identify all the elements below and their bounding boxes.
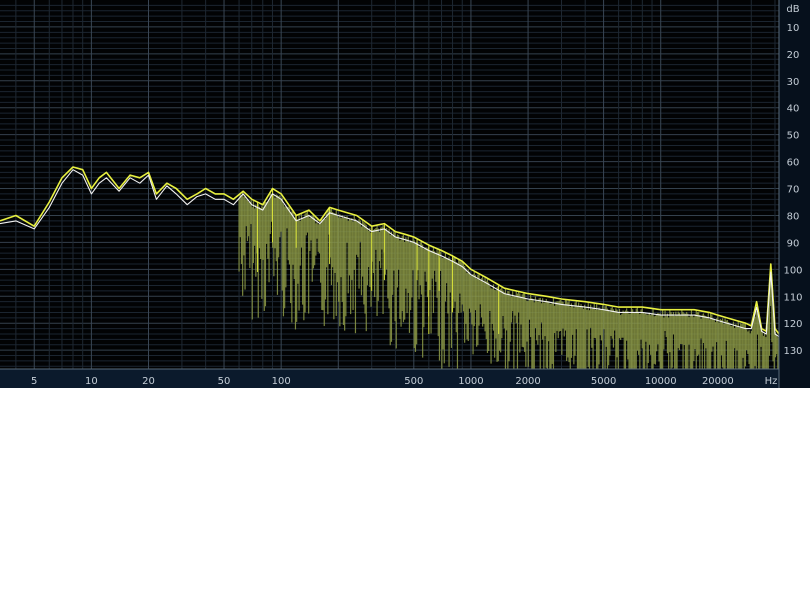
x-tick-label: 10: [85, 376, 98, 387]
x-tick-label: 5000: [591, 376, 616, 387]
x-tick-label: 2000: [515, 376, 540, 387]
x-tick-label: 5: [31, 376, 37, 387]
x-tick-label: 100: [272, 376, 291, 387]
x-tick-label: 50: [218, 376, 231, 387]
y-tick-label: 110: [783, 292, 802, 303]
y-unit-label: dB: [786, 4, 799, 15]
x-tick-label: 500: [404, 376, 423, 387]
x-tick-label: 20: [142, 376, 155, 387]
y-tick-label: 40: [787, 104, 800, 115]
y-tick-label: 30: [787, 77, 800, 88]
y-tick-label: 130: [783, 346, 802, 357]
y-tick-label: 90: [787, 238, 800, 249]
x-tick-label: 20000: [702, 376, 734, 387]
y-tick-label: 10: [787, 23, 800, 34]
y-tick-label: 50: [787, 131, 800, 142]
x-tick-label: 10000: [645, 376, 677, 387]
x-unit-label: Hz: [765, 376, 778, 387]
y-tick-label: 60: [787, 158, 800, 169]
y-tick-label: 70: [787, 185, 800, 196]
y-tick-label: 20: [787, 50, 800, 61]
y-tick-label: 100: [783, 265, 802, 276]
spectrum-plot: 5 10 20 50 100 500 1000 2000 5000 10000 20000 Hz dB 1…: [0, 0, 810, 388]
empty-area: [0, 388, 810, 614]
y-tick-label: 120: [783, 319, 802, 330]
x-tick-label: 1000: [458, 376, 483, 387]
spectrum-analyzer: 5 10 20 50 100 500 1000 2000 5000 10000 20000 Hz dB 1…: [0, 0, 810, 388]
y-tick-label: 80: [787, 211, 800, 222]
